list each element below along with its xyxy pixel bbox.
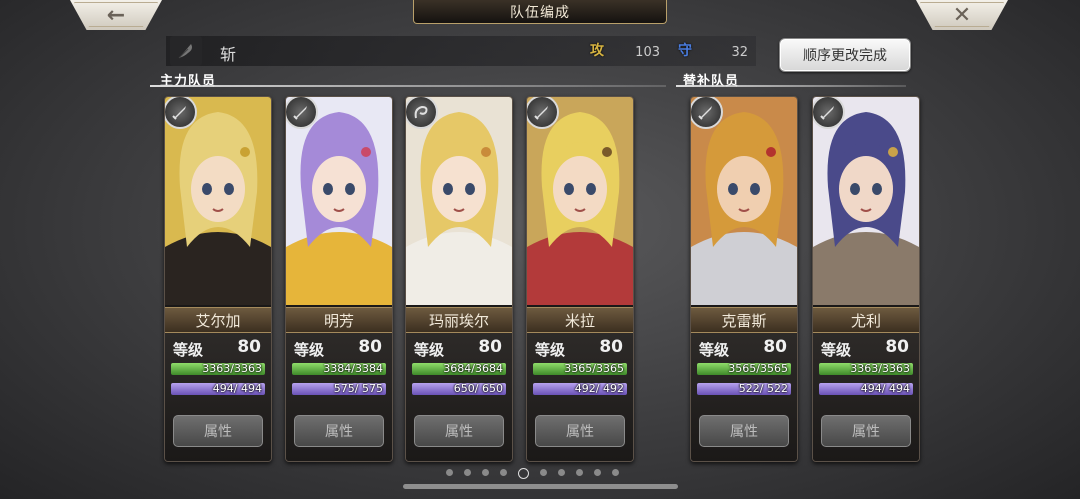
hp-bar: 3684/3684 <box>412 363 506 375</box>
defense-stat-value: 32 <box>731 45 748 60</box>
character-name: 米拉 <box>527 307 633 333</box>
page-dot-active[interactable] <box>518 468 529 479</box>
attribute-button[interactable]: 属性 <box>535 415 625 447</box>
page-dot[interactable] <box>482 469 489 476</box>
main-members-divider <box>150 85 666 87</box>
sp-bar: 492/ 492 <box>533 383 627 395</box>
page-dot[interactable] <box>446 469 453 476</box>
page-dot[interactable] <box>558 469 565 476</box>
character-card[interactable]: 玛丽埃尔 等级 80 3684/3684 650/ 650 属性 <box>405 96 513 462</box>
level-value: 80 <box>358 337 382 357</box>
page-indicator <box>446 468 619 479</box>
page-dot[interactable] <box>540 469 547 476</box>
level-label: 等级 <box>173 341 204 359</box>
feather-icon[interactable] <box>170 36 202 66</box>
team-info-bar <box>166 36 756 66</box>
defense-stat-icon: 守 <box>678 43 692 59</box>
character-name: 玛丽埃尔 <box>406 307 512 333</box>
page-dot[interactable] <box>464 469 471 476</box>
back-arrow-icon: ← <box>106 2 126 28</box>
sp-bar: 650/ 650 <box>412 383 506 395</box>
level-label: 等级 <box>535 341 566 359</box>
attribute-button[interactable]: 属性 <box>699 415 789 447</box>
hp-bar: 3363/3363 <box>819 363 913 375</box>
character-card[interactable]: 克雷斯 等级 80 3565/3565 522/ 522 属性 <box>690 96 798 462</box>
character-name: 尤利 <box>813 307 919 333</box>
attack-stat-value: 103 <box>635 45 660 60</box>
hp-bar: 3384/3384 <box>292 363 386 375</box>
attribute-button[interactable]: 属性 <box>821 415 911 447</box>
character-card[interactable]: 艾尔加 等级 80 3363/3363 494/ 494 属性 <box>164 96 272 462</box>
page-dot[interactable] <box>612 469 619 476</box>
sp-bar: 494/ 494 <box>819 383 913 395</box>
character-card[interactable]: 明芳 等级 80 3384/3384 575/ 575 属性 <box>285 96 393 462</box>
level-label: 等级 <box>821 341 852 359</box>
level-label: 等级 <box>699 341 730 359</box>
team-name[interactable]: 斩 <box>220 41 236 65</box>
attribute-button[interactable]: 属性 <box>414 415 504 447</box>
attribute-button[interactable]: 属性 <box>173 415 263 447</box>
attack-stat-icon: 攻 <box>590 43 604 59</box>
close-icon: ✕ <box>952 2 972 28</box>
page-title: 队伍编成 <box>413 0 667 24</box>
level-value: 80 <box>885 337 909 357</box>
level-value: 80 <box>237 337 261 357</box>
level-value: 80 <box>599 337 623 357</box>
sp-bar: 494/ 494 <box>171 383 265 395</box>
hp-bar: 3365/3365 <box>533 363 627 375</box>
character-card[interactable]: 尤利 等级 80 3363/3363 494/ 494 属性 <box>812 96 920 462</box>
page-dot[interactable] <box>500 469 507 476</box>
order-change-done-button[interactable]: 顺序更改完成 <box>779 38 911 72</box>
level-value: 80 <box>763 337 787 357</box>
sp-bar: 522/ 522 <box>697 383 791 395</box>
level-value: 80 <box>478 337 502 357</box>
character-name: 艾尔加 <box>165 307 271 333</box>
sp-bar: 575/ 575 <box>292 383 386 395</box>
page-dot[interactable] <box>594 469 601 476</box>
sub-members-divider <box>676 85 906 87</box>
horizontal-scrollbar[interactable] <box>403 484 678 489</box>
character-name: 克雷斯 <box>691 307 797 333</box>
close-button[interactable]: ✕ <box>916 0 1008 30</box>
hp-bar: 3363/3363 <box>171 363 265 375</box>
level-label: 等级 <box>414 341 445 359</box>
character-name: 明芳 <box>286 307 392 333</box>
attribute-button[interactable]: 属性 <box>294 415 384 447</box>
page-dot[interactable] <box>576 469 583 476</box>
character-card[interactable]: 米拉 等级 80 3365/3365 492/ 492 属性 <box>526 96 634 462</box>
hp-bar: 3565/3565 <box>697 363 791 375</box>
back-button[interactable]: ← <box>70 0 162 30</box>
level-label: 等级 <box>294 341 325 359</box>
